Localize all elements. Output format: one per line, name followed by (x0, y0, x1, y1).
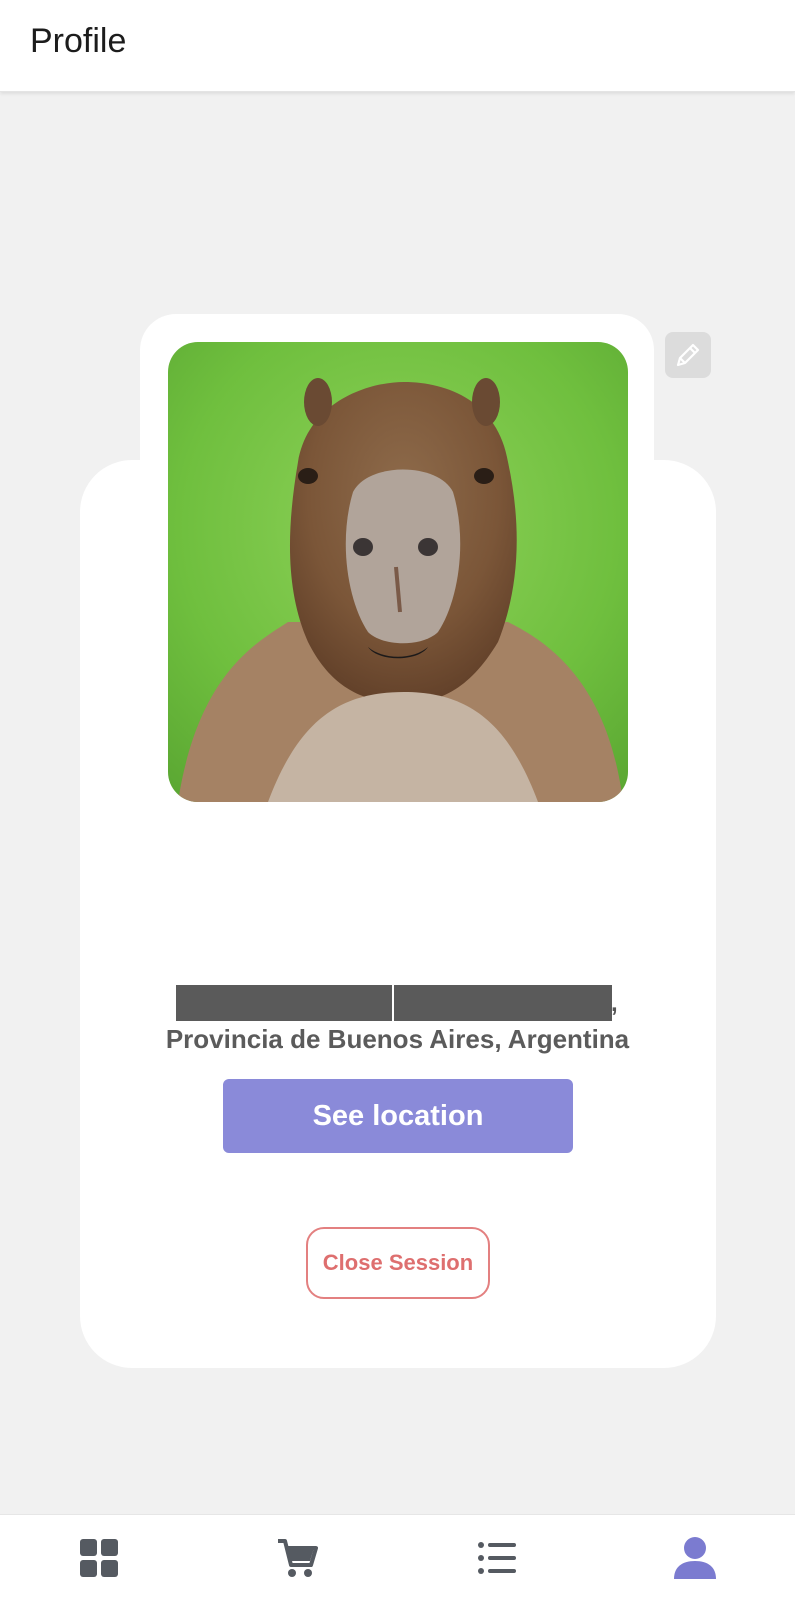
location-text: Provincia de Buenos Aires, Argentina (165, 1024, 630, 1054)
user-icon (674, 1537, 716, 1579)
redacted-address-part-1 (176, 985, 392, 1021)
page-title: Profile (30, 22, 127, 60)
nav-orders[interactable] (474, 1535, 520, 1581)
edit-profile-button[interactable] (665, 332, 711, 378)
close-session-button[interactable]: Close Session (306, 1227, 490, 1299)
nav-dashboard[interactable] (76, 1535, 122, 1581)
redacted-address-part-2 (394, 985, 612, 1021)
address-comma: , (611, 990, 618, 1017)
list-icon (478, 1542, 516, 1574)
cart-icon (278, 1539, 318, 1577)
see-location-button[interactable]: See location (223, 1079, 573, 1153)
nav-profile[interactable] (672, 1535, 718, 1581)
dashboard-icon (80, 1539, 118, 1577)
pencil-icon (676, 343, 700, 367)
nav-cart[interactable] (274, 1535, 320, 1581)
bottom-navigation (0, 1514, 795, 1600)
profile-photo (168, 342, 628, 802)
app-bar: Profile (0, 0, 795, 92)
